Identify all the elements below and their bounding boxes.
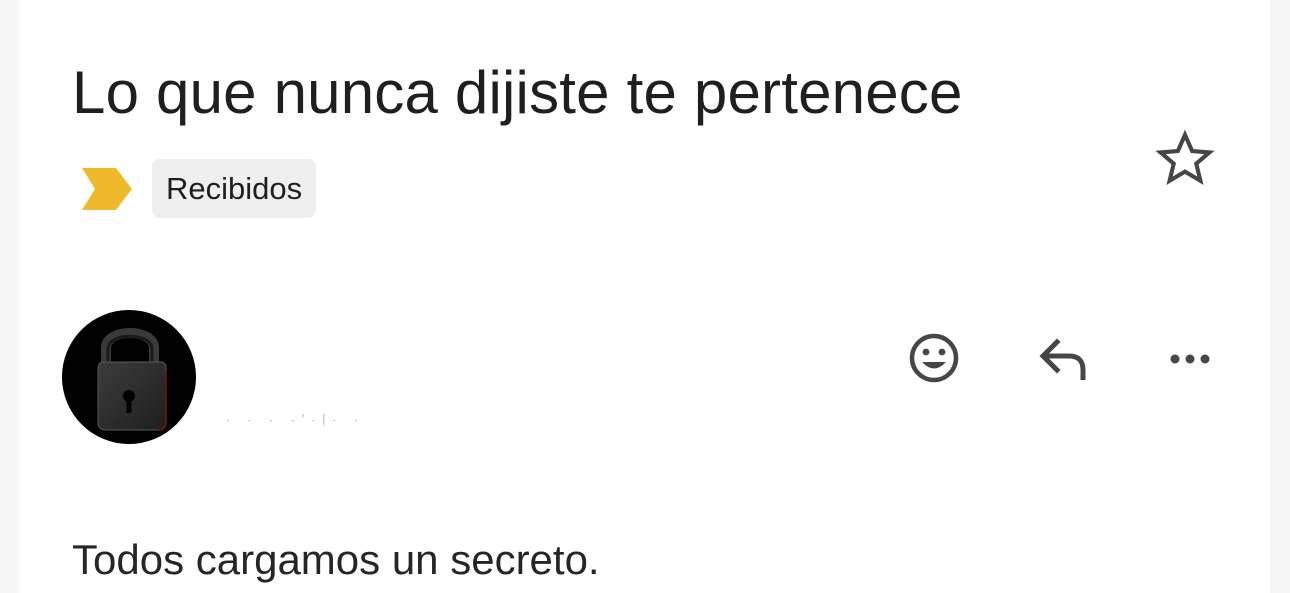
sender-name-redacted: · · · ·'·l· · — [225, 412, 365, 429]
email-view: Lo que nunca dijiste te pertenece Recibi… — [20, 0, 1270, 593]
more-options-icon[interactable] — [1160, 328, 1220, 388]
email-body-text: Todos cargamos un secreto. — [72, 536, 600, 583]
padlock-icon — [97, 328, 167, 431]
reply-arrow-icon[interactable] — [1033, 328, 1093, 388]
importance-marker-icon[interactable] — [82, 168, 132, 210]
label-chip-recibidos[interactable]: Recibidos — [152, 159, 317, 218]
emoji-reaction-icon[interactable] — [904, 328, 964, 388]
sender-avatar[interactable] — [62, 310, 196, 444]
email-subject: Lo que nunca dijiste te pertenece — [72, 59, 963, 126]
star-icon[interactable] — [1152, 126, 1218, 192]
